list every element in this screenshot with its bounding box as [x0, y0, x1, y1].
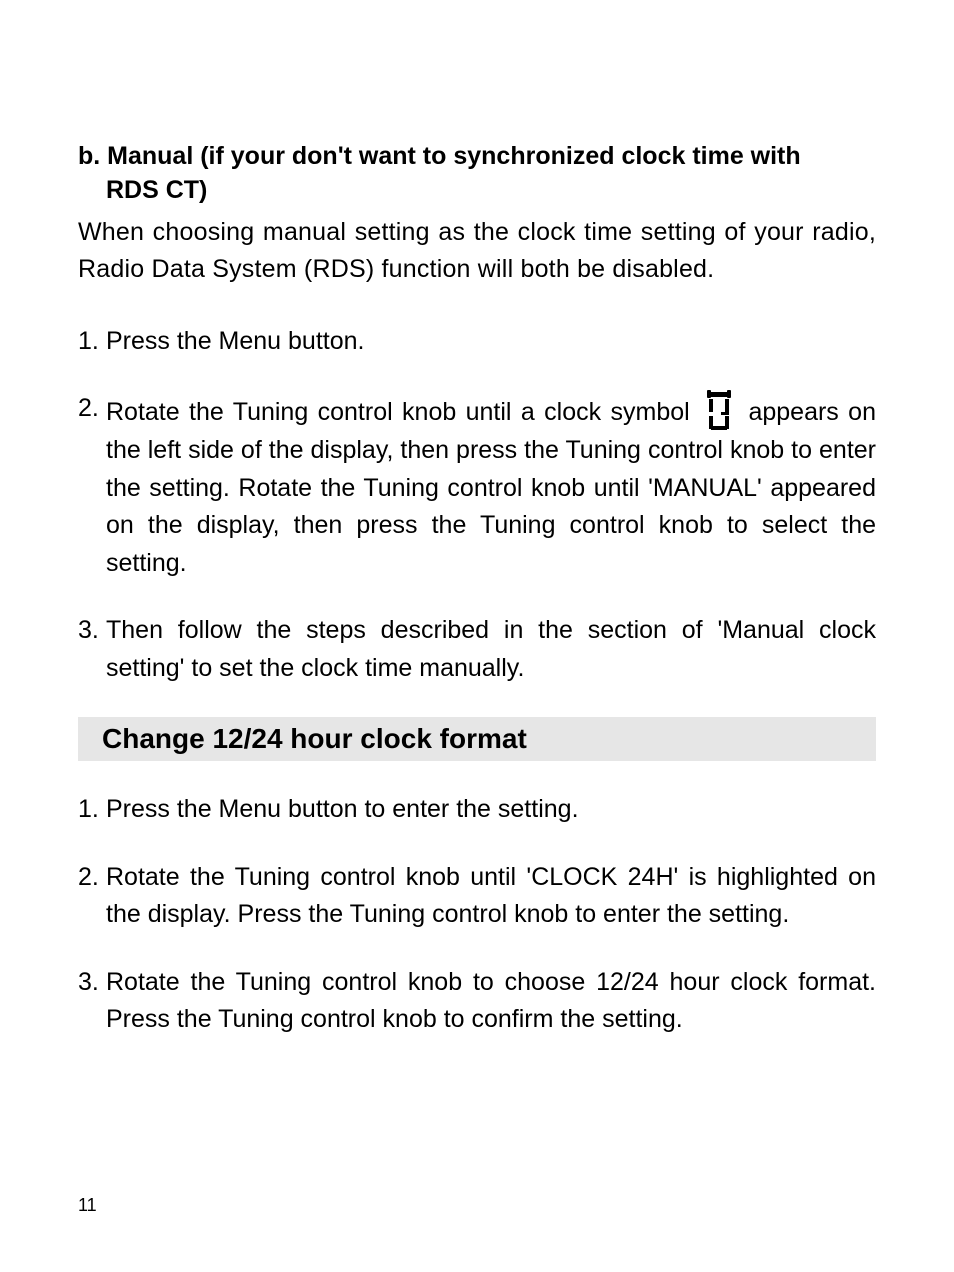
clock-icon	[705, 390, 733, 432]
section-b-step-2: 2. Rotate the Tuning control knob until …	[78, 390, 876, 582]
section-b-step-1: 1. Press the Menu button.	[78, 323, 876, 361]
step-number: 1.	[78, 323, 106, 361]
step-body: Press the Menu button.	[106, 323, 876, 361]
step2-pre-text: Rotate the Tuning control knob until a c…	[106, 398, 699, 426]
manual-page: b. Manual (if your don't want to synchro…	[0, 0, 954, 1272]
step-number: 3.	[78, 964, 106, 1039]
step-number: 3.	[78, 612, 106, 687]
step-body: Rotate the Tuning control knob to choose…	[106, 964, 876, 1039]
step-body: Then follow the steps described in the s…	[106, 612, 876, 687]
section-b-step-3: 3. Then follow the steps described in th…	[78, 612, 876, 687]
step-number: 2.	[78, 390, 106, 582]
step-body: Rotate the Tuning control knob until 'CL…	[106, 859, 876, 934]
section-format-step-2: 2. Rotate the Tuning control knob until …	[78, 859, 876, 934]
section-format-step-3: 3. Rotate the Tuning control knob to cho…	[78, 964, 876, 1039]
step-number: 1.	[78, 791, 106, 829]
section-b-intro: When choosing manual setting as the cloc…	[78, 214, 876, 289]
section-format-step-1: 1. Press the Menu button to enter the se…	[78, 791, 876, 829]
page-number: 11	[78, 1195, 97, 1216]
step-number: 2.	[78, 859, 106, 934]
section-b-heading-line1: b. Manual (if your don't want to synchro…	[78, 140, 876, 174]
section-b-heading: b. Manual (if your don't want to synchro…	[78, 140, 876, 208]
section-b-heading-line2: RDS CT)	[78, 174, 876, 208]
step-body: Rotate the Tuning control knob until a c…	[106, 390, 876, 582]
section-format-heading: Change 12/24 hour clock format	[78, 717, 876, 761]
step-body: Press the Menu button to enter the setti…	[106, 791, 876, 829]
